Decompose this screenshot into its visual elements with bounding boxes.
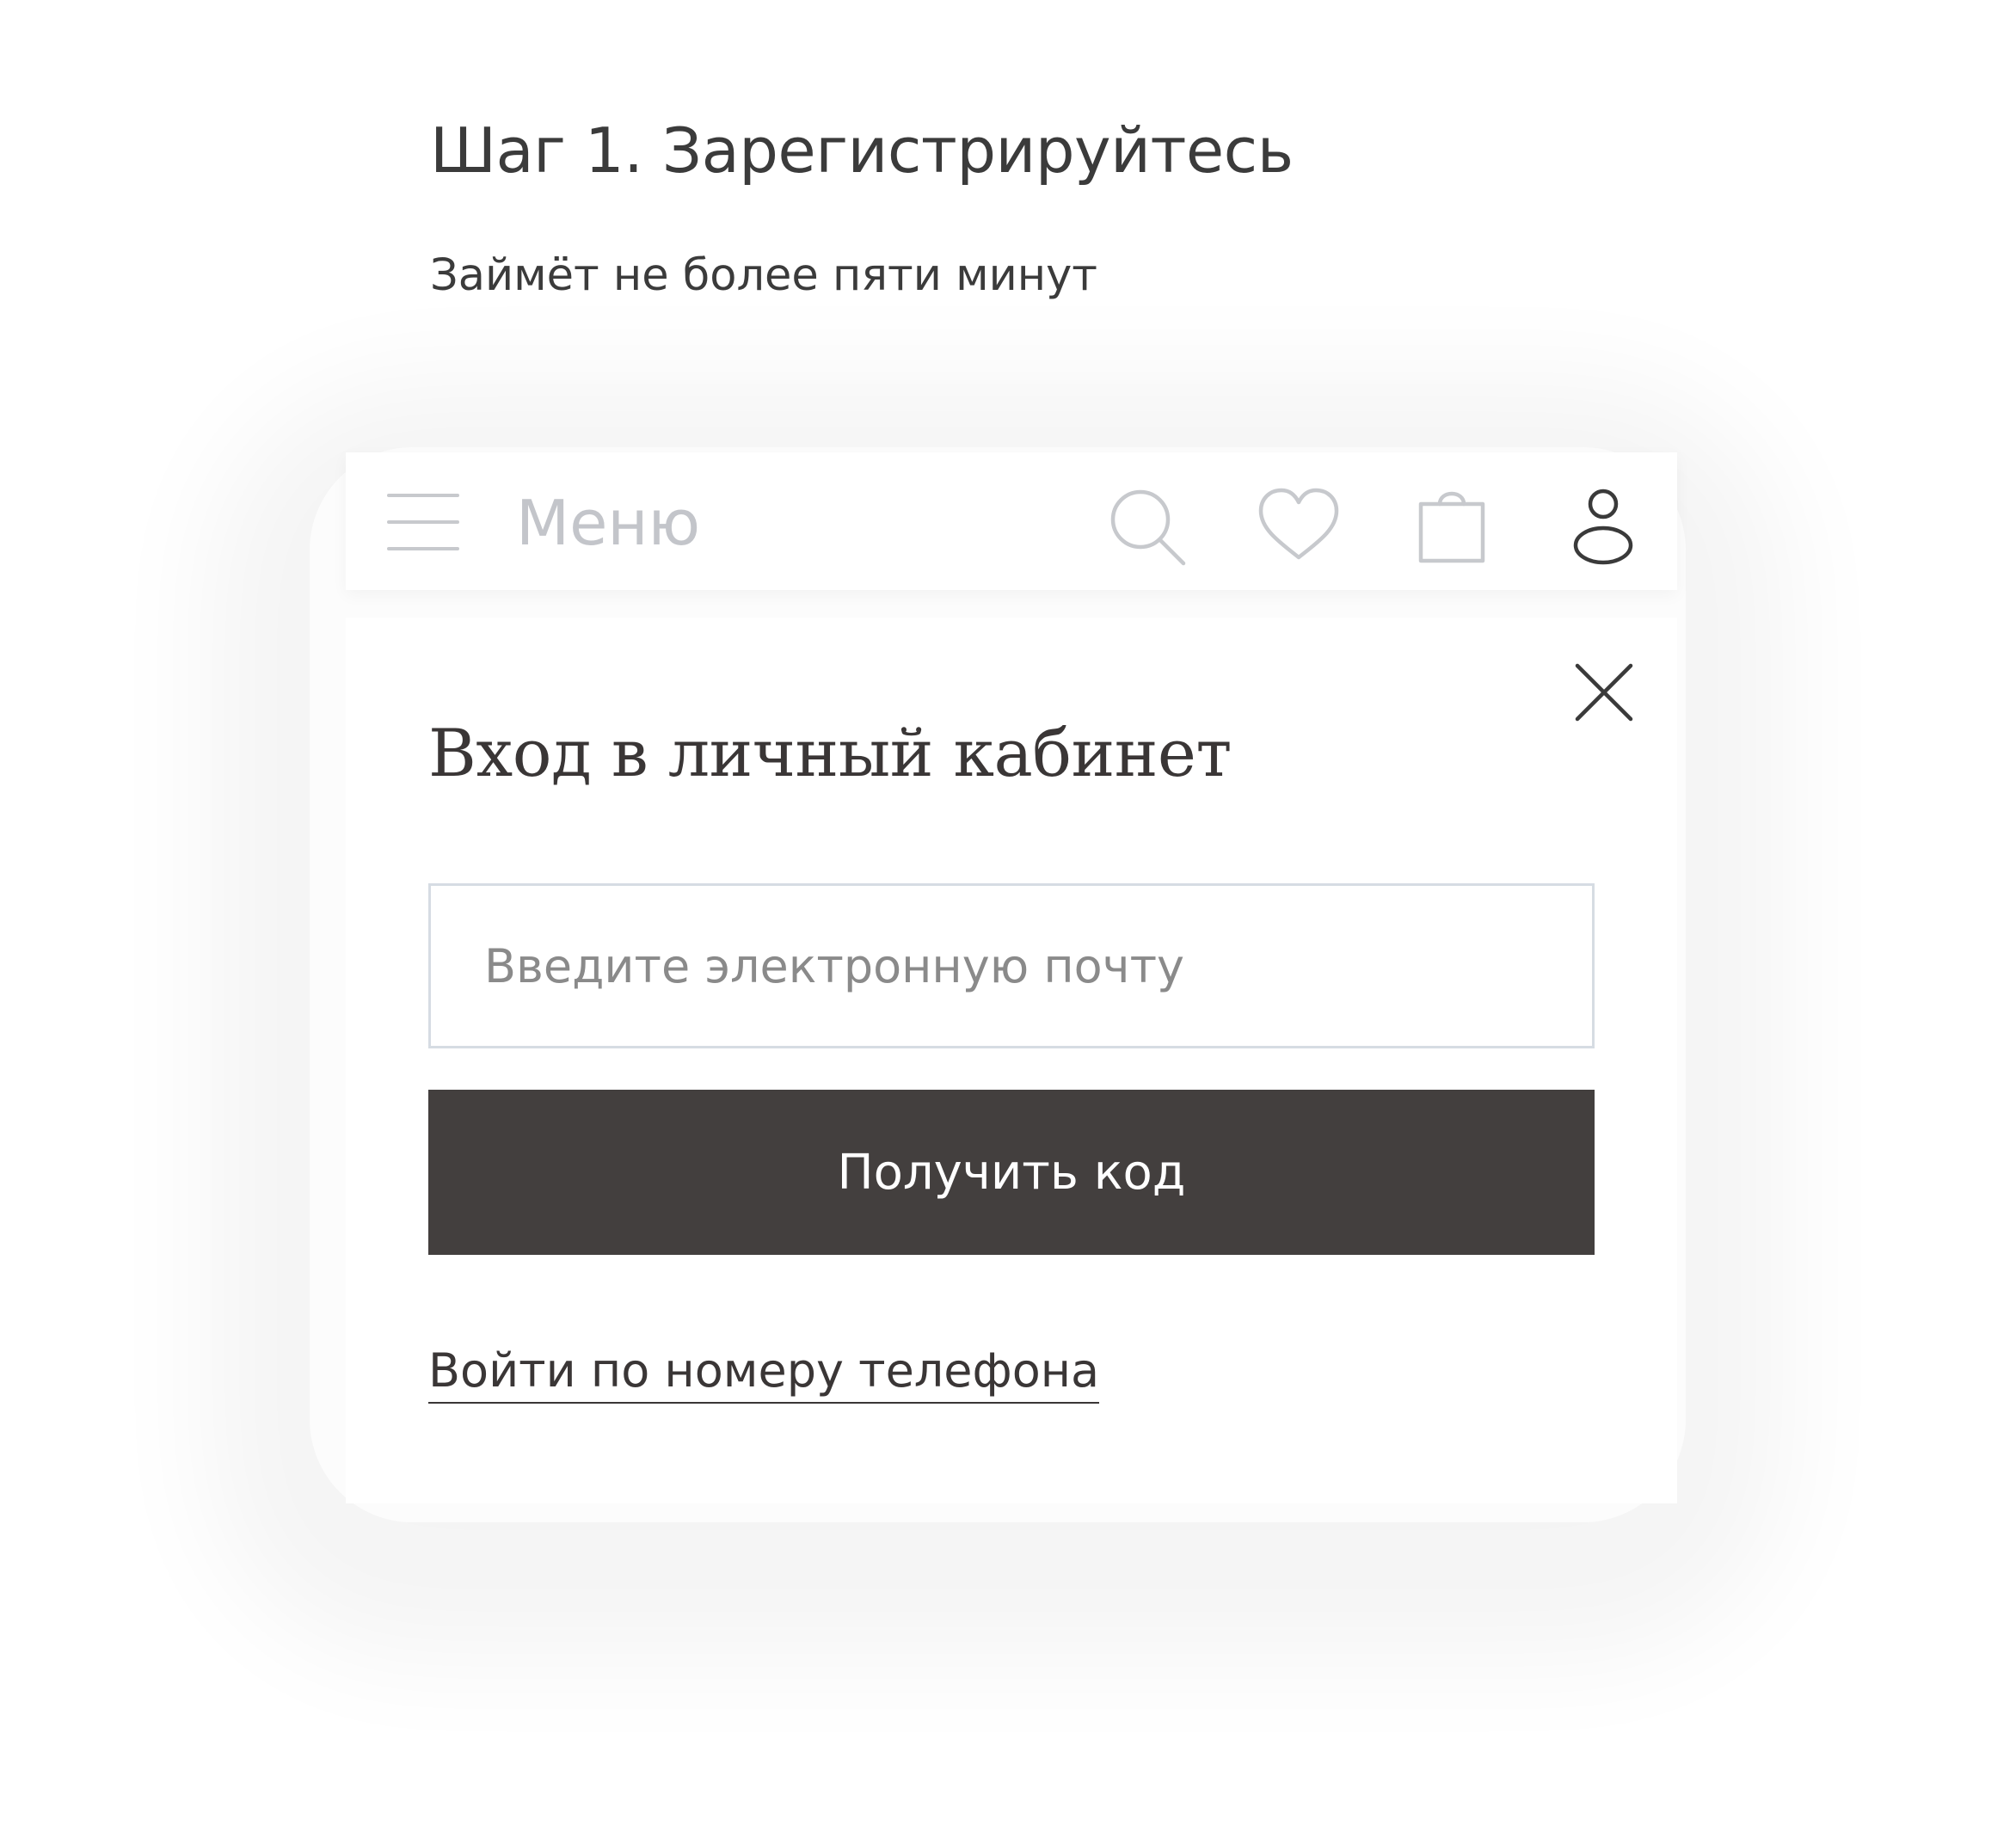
step-subtitle: Займёт не более пяти минут — [430, 250, 1097, 301]
login-title: Вход в личный кабинет — [428, 715, 1232, 791]
close-icon[interactable] — [1574, 662, 1634, 722]
menu-label[interactable]: Меню — [516, 492, 700, 554]
heart-icon[interactable] — [1256, 483, 1342, 569]
email-input[interactable] — [428, 883, 1595, 1048]
search-icon[interactable] — [1104, 483, 1190, 569]
get-code-button[interactable]: Получить код — [428, 1090, 1595, 1255]
phone-login-link[interactable]: Войти по номеру телефона — [428, 1342, 1100, 1404]
step-title: Шаг 1. Зарегистрируйтесь — [430, 114, 1294, 187]
user-icon[interactable] — [1560, 483, 1646, 569]
shopping-bag-icon[interactable] — [1409, 483, 1495, 569]
site-header: Меню — [346, 452, 1677, 590]
login-panel: Вход в личный кабинет Получить код Войти… — [346, 618, 1677, 1503]
hamburger-icon[interactable] — [387, 494, 459, 550]
